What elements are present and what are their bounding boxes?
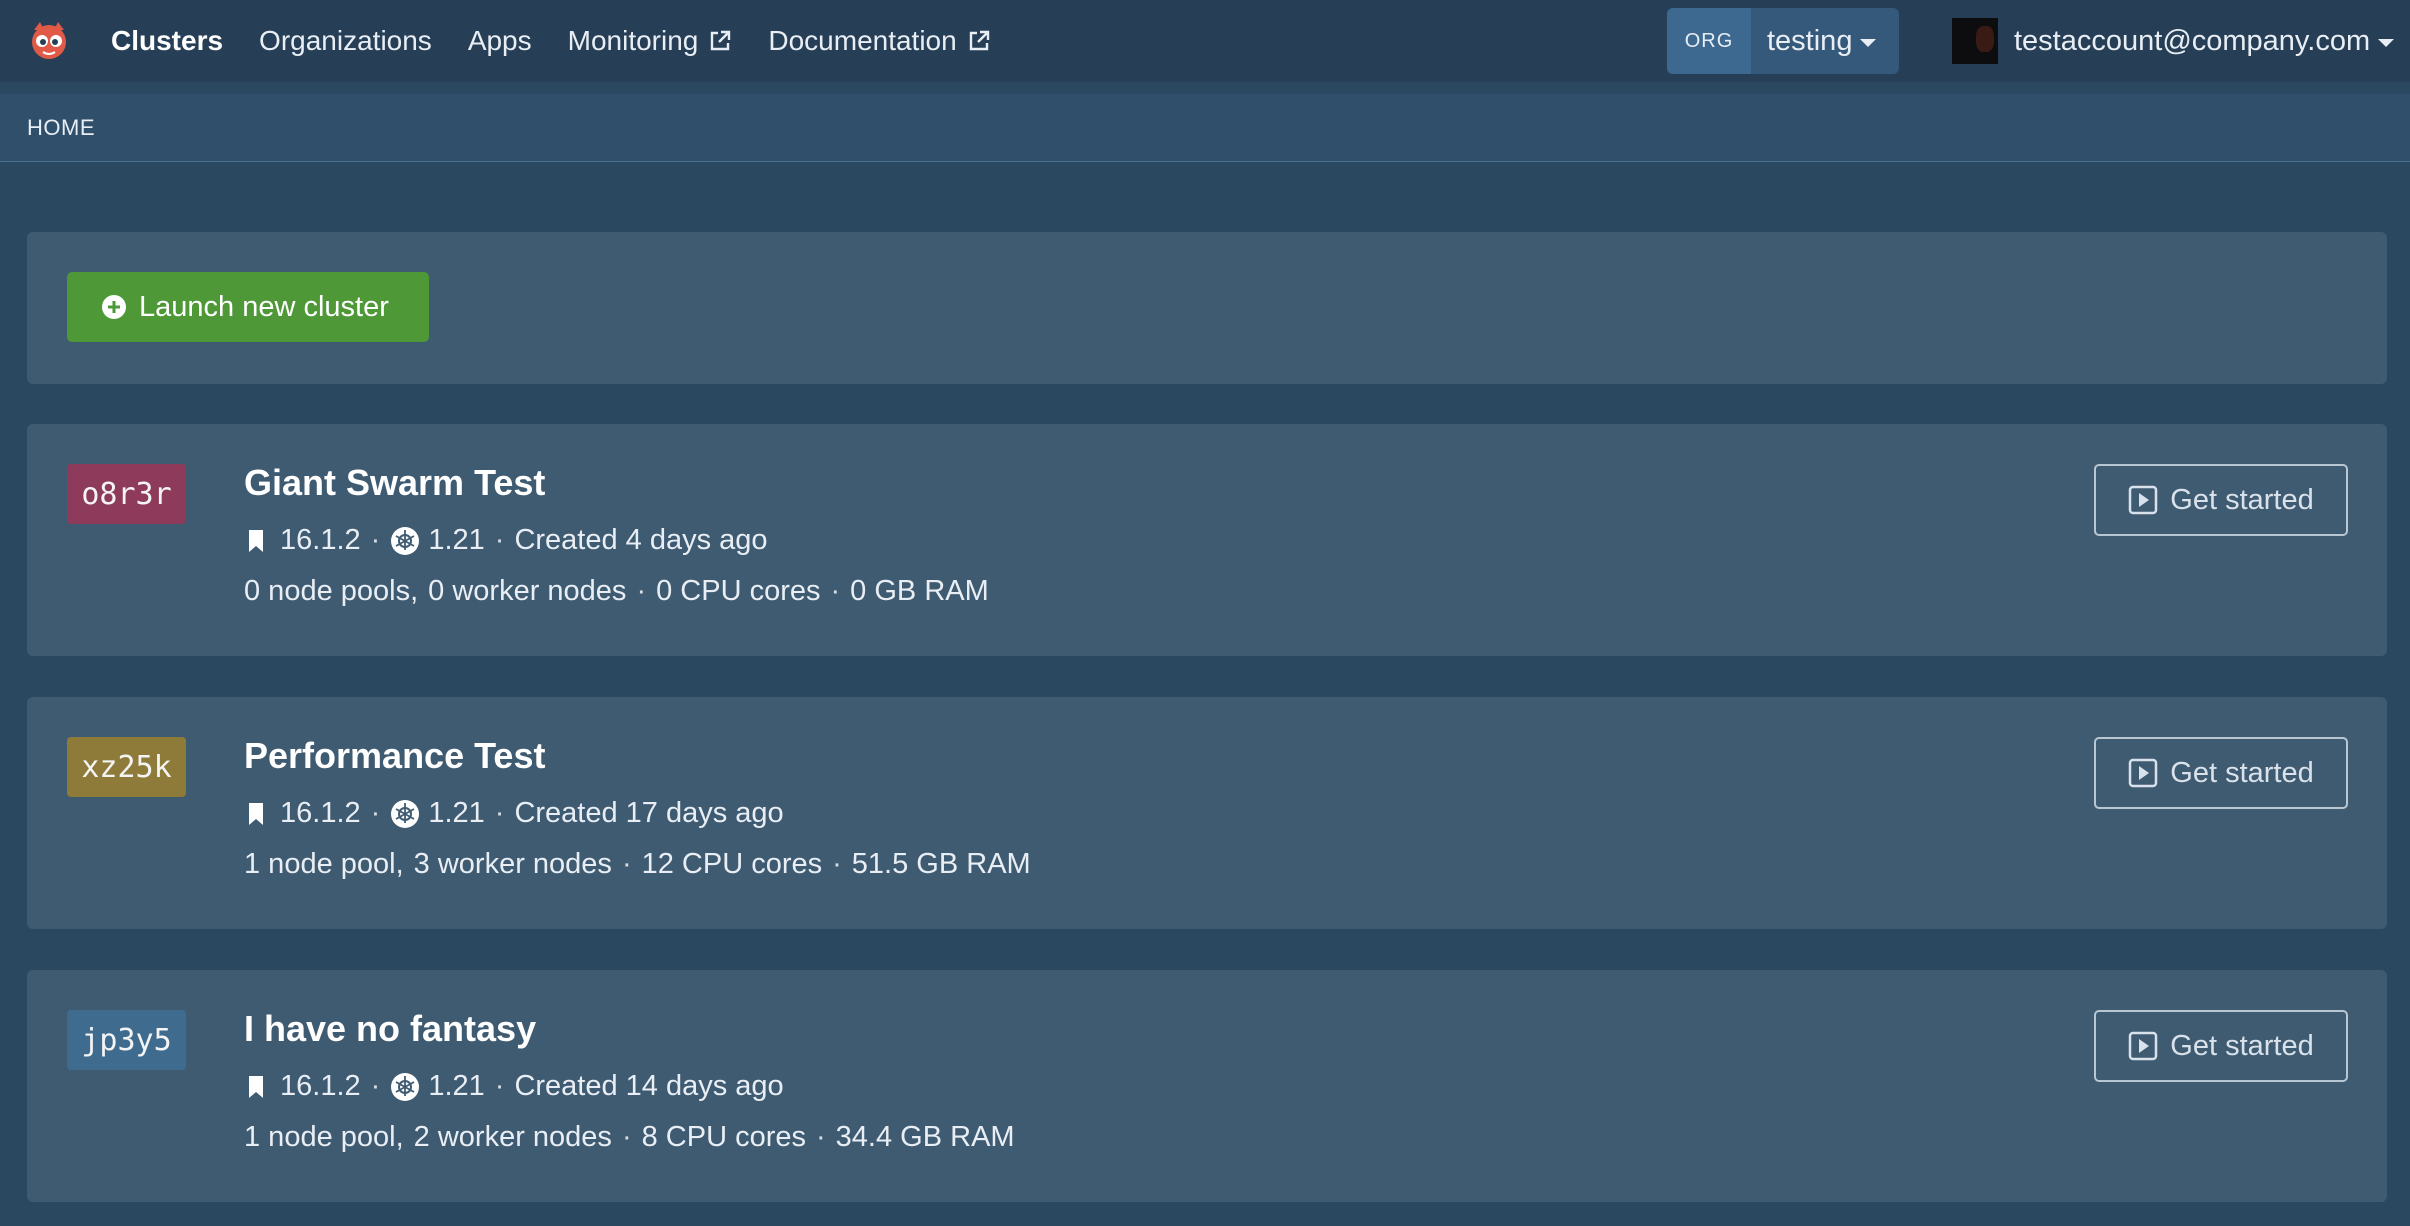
- play-square-icon: [2129, 1031, 2158, 1061]
- release-bookmark-icon: [249, 529, 263, 552]
- cluster-stats: 1 node pool, 2 worker nodes · 8 CPU core…: [244, 1121, 1015, 1154]
- separator: ·: [494, 797, 505, 829]
- org-badge: ORG: [1667, 8, 1751, 74]
- cluster-name[interactable]: Performance Test: [244, 735, 545, 777]
- ram: 0 GB RAM: [850, 575, 989, 607]
- launch-panel: Launch new cluster: [27, 232, 2387, 384]
- cluster-meta: 16.1.2 · 1.21 · Created 17 days ago: [244, 797, 784, 830]
- created-date: Created 4 days ago: [514, 524, 768, 556]
- created-date: Created 14 days ago: [514, 1070, 784, 1102]
- release-version: 16.1.2: [280, 797, 361, 829]
- kubernetes-icon: [391, 1072, 420, 1101]
- kubernetes-icon: [391, 526, 420, 555]
- cluster-stats: 0 node pools, 0 worker nodes · 0 CPU cor…: [244, 575, 989, 608]
- worker-nodes-count: 0 worker nodes: [428, 575, 627, 607]
- launch-button-label: Launch new cluster: [139, 290, 389, 323]
- breadcrumb-bar: HOME: [0, 94, 2410, 162]
- release-bookmark-icon: [249, 1075, 263, 1098]
- nav-monitoring-label: Monitoring: [567, 25, 699, 56]
- get-started-label: Get started: [2170, 756, 2314, 789]
- kubernetes-icon: [391, 799, 420, 828]
- cluster-meta: 16.1.2 · 1.21 · Created 4 days ago: [244, 524, 768, 557]
- avatar: [1952, 18, 1998, 64]
- org-picker[interactable]: ORG testing: [1667, 8, 1899, 74]
- separator: ·: [816, 1121, 826, 1153]
- separator: ·: [621, 848, 632, 880]
- separator: ·: [621, 1121, 632, 1153]
- separator: ·: [370, 1070, 381, 1102]
- get-started-button[interactable]: Get started: [2094, 737, 2348, 809]
- top-navbar: Clusters Organizations Apps Monitoring D…: [0, 0, 2410, 82]
- play-square-icon: [2129, 758, 2158, 788]
- separator: ·: [832, 848, 842, 880]
- worker-nodes-count: 3 worker nodes: [413, 848, 612, 880]
- release-version: 16.1.2: [280, 524, 361, 556]
- cpu-cores: 12 CPU cores: [641, 848, 823, 880]
- breadcrumb[interactable]: HOME: [27, 115, 95, 141]
- chevron-down-icon: [1860, 39, 1877, 47]
- cluster-stats: 1 node pool, 3 worker nodes · 12 CPU cor…: [244, 848, 1031, 881]
- kubernetes-version: 1.21: [428, 524, 485, 556]
- chevron-down-icon: [2378, 39, 2395, 47]
- separator: ·: [636, 575, 647, 607]
- node-pools-count: 1 node pool,: [244, 1121, 404, 1153]
- get-started-button[interactable]: Get started: [2094, 1010, 2348, 1082]
- node-pools-count: 0 node pools,: [244, 575, 419, 607]
- release-bookmark-icon: [249, 802, 263, 825]
- worker-nodes-count: 2 worker nodes: [413, 1121, 612, 1153]
- separator: ·: [830, 575, 841, 607]
- nav-apps[interactable]: Apps: [468, 25, 532, 57]
- nav-documentation-label: Documentation: [768, 25, 957, 56]
- nav-organizations[interactable]: Organizations: [259, 25, 432, 57]
- cluster-id-badge: xz25k: [67, 737, 186, 797]
- user-menu[interactable]: testaccount@company.com: [1952, 0, 2395, 82]
- cluster-id-badge: o8r3r: [67, 464, 186, 524]
- get-started-button[interactable]: Get started: [2094, 464, 2348, 536]
- cpu-cores: 0 CPU cores: [656, 575, 821, 607]
- created-date: Created 17 days ago: [514, 797, 784, 829]
- get-started-label: Get started: [2170, 1029, 2314, 1062]
- nav-clusters[interactable]: Clusters: [111, 25, 223, 57]
- separator: ·: [370, 797, 381, 829]
- giant-swarm-logo-icon[interactable]: [26, 20, 72, 62]
- cluster-card[interactable]: xz25k Performance Test 16.1.2 · 1.21 · C…: [27, 697, 2387, 929]
- cluster-card[interactable]: o8r3r Giant Swarm Test 16.1.2 · 1.21 · C…: [27, 424, 2387, 656]
- launch-new-cluster-button[interactable]: Launch new cluster: [67, 272, 429, 342]
- ram: 51.5 GB RAM: [851, 848, 1031, 880]
- node-pools-count: 1 node pool,: [244, 848, 404, 880]
- play-square-icon: [2129, 485, 2158, 515]
- kubernetes-version: 1.21: [428, 797, 485, 829]
- separator: ·: [494, 524, 505, 556]
- nav-documentation[interactable]: Documentation: [768, 25, 990, 57]
- external-link-icon: [711, 30, 731, 51]
- external-link-icon: [969, 30, 989, 51]
- plus-circle-icon: [102, 295, 126, 319]
- cpu-cores: 8 CPU cores: [641, 1121, 806, 1153]
- release-version: 16.1.2: [280, 1070, 361, 1102]
- separator: ·: [370, 524, 381, 556]
- org-name: testing: [1767, 24, 1853, 57]
- org-select[interactable]: testing: [1751, 8, 1899, 74]
- cluster-meta: 16.1.2 · 1.21 · Created 14 days ago: [244, 1070, 784, 1103]
- ram: 34.4 GB RAM: [835, 1121, 1015, 1153]
- get-started-label: Get started: [2170, 483, 2314, 516]
- cluster-name[interactable]: I have no fantasy: [244, 1008, 536, 1050]
- nav-monitoring[interactable]: Monitoring: [568, 25, 733, 57]
- user-email: testaccount@company.com: [2014, 24, 2371, 57]
- cluster-card[interactable]: jp3y5 I have no fantasy 16.1.2 · 1.21 · …: [27, 970, 2387, 1202]
- cluster-id-badge: jp3y5: [67, 1010, 186, 1070]
- main-nav: Clusters Organizations Apps Monitoring D…: [111, 0, 1027, 82]
- separator: ·: [494, 1070, 505, 1102]
- cluster-name[interactable]: Giant Swarm Test: [244, 462, 545, 504]
- kubernetes-version: 1.21: [428, 1070, 485, 1102]
